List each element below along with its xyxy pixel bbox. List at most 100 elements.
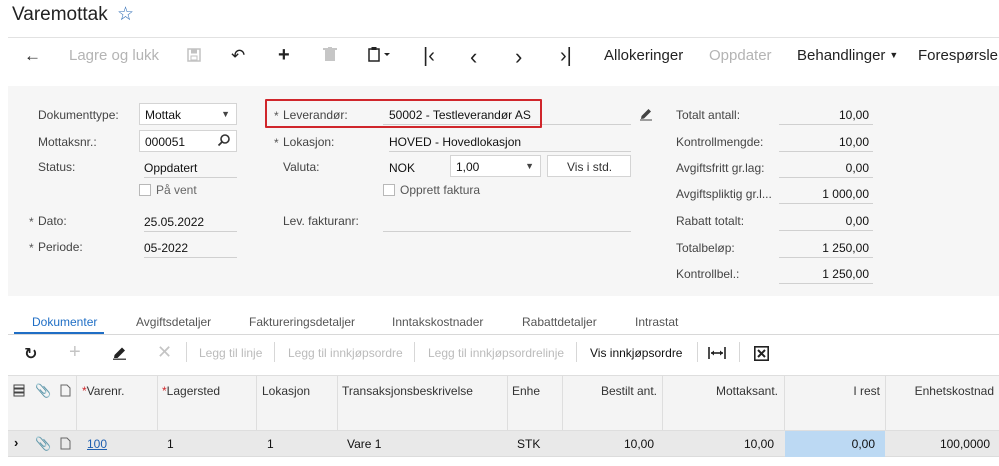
currency-label: Valuta: (283, 160, 320, 174)
view-po-button[interactable]: Vis innkjøpsordre (590, 346, 682, 360)
page-title: Varemottak (12, 4, 108, 25)
view-in-base-label: Vis i std. (567, 160, 613, 174)
tab-documents[interactable]: Dokumenter (32, 315, 97, 329)
tab-intrastat[interactable]: Intrastat (635, 315, 678, 329)
col-remaining[interactable]: I rest (785, 384, 880, 398)
next-record-icon[interactable]: › (515, 44, 522, 70)
status-value: Oppdatert (144, 161, 237, 178)
search-icon[interactable] (217, 133, 231, 152)
cell-location[interactable]: 1 (267, 437, 274, 451)
location-value[interactable]: HOVED - Hovedlokasjon (389, 135, 631, 152)
export-excel-icon[interactable] (754, 346, 769, 366)
cell-ordered-qty[interactable]: 10,00 (563, 437, 654, 451)
edit-pencil-icon[interactable] (639, 107, 653, 126)
col-location[interactable]: Lokasjon (262, 384, 310, 398)
supplier-invoice-label: Lev. fakturanr: (283, 214, 359, 228)
currency-code[interactable]: NOK (389, 161, 415, 175)
checkbox-icon (383, 184, 395, 196)
control-qty-value[interactable]: 10,00 (779, 135, 873, 152)
cell-description[interactable]: Vare 1 (347, 437, 381, 451)
tab-tax-details[interactable]: Avgiftsdetaljer (136, 315, 211, 329)
attachment-icon[interactable]: 📎 (35, 383, 51, 399)
add-po-line-button[interactable]: Legg til innkjøpsordrelinje (428, 346, 564, 360)
doc-type-value: Mottak (145, 108, 182, 122)
actions-menu[interactable]: Behandlinger ▼ (797, 47, 898, 64)
grid-toolbar-divider (274, 342, 275, 362)
add-po-button[interactable]: Legg til innkjøpsordre (288, 346, 403, 360)
receipt-no-input[interactable]: 000051 (139, 130, 237, 152)
allocations-button[interactable]: Allokeringer (604, 47, 683, 64)
add-icon[interactable]: + (278, 44, 290, 67)
toolbar-divider (8, 37, 999, 38)
total-qty-value: 10,00 (779, 108, 873, 125)
period-label: Periode: (29, 240, 83, 255)
column-divider (507, 376, 508, 430)
item-no-link[interactable]: 100 (87, 437, 107, 451)
create-invoice-label: Opprett faktura (400, 183, 481, 197)
attachment-icon[interactable]: 📎 (35, 436, 51, 452)
delete-icon[interactable] (323, 47, 337, 67)
note-icon[interactable] (60, 384, 71, 402)
update-button[interactable]: Oppdater (709, 47, 772, 64)
col-unit[interactable]: Enhe (512, 384, 540, 398)
col-warehouse[interactable]: *Lagersted (162, 384, 220, 398)
control-amount-value[interactable]: 1 250,00 (779, 267, 873, 284)
grid-toolbar-divider (576, 342, 577, 362)
col-warehouse-label: Lagersted (166, 384, 221, 398)
undo-icon[interactable]: ↶ (231, 46, 245, 66)
receipt-no-value: 000051 (145, 135, 186, 149)
cell-unit[interactable]: STK (517, 437, 540, 451)
edit-icon[interactable] (112, 346, 127, 365)
clipboard-icon[interactable] (368, 47, 392, 67)
save-close-button[interactable]: Lagre og lukk (69, 47, 159, 64)
view-in-base-button[interactable]: Vis i std. (547, 155, 631, 177)
previous-record-icon[interactable]: ‹ (470, 44, 477, 70)
delete-row-icon[interactable]: ✕ (157, 342, 172, 363)
tab-landed-costs[interactable]: Inntakskostnader (392, 315, 483, 329)
cell-warehouse[interactable]: 1 (167, 437, 174, 451)
caret-down-icon: ▼ (889, 50, 899, 60)
col-item-no[interactable]: *Varenr. (82, 384, 124, 398)
col-ordered-qty[interactable]: Bestilt ant. (563, 384, 657, 398)
supplier-invoice-input[interactable] (383, 215, 631, 232)
doc-type-label: Dokumenttype: (38, 108, 119, 122)
on-hold-checkbox[interactable]: På vent (139, 183, 197, 197)
cell-received-qty[interactable]: 10,00 (663, 437, 774, 451)
period-input[interactable]: 05-2022 (144, 241, 237, 258)
tab-discount-details[interactable]: Rabattdetaljer (522, 315, 597, 329)
col-description[interactable]: Transaksjonsbeskrivelse (342, 384, 473, 398)
taxable-label: Avgiftspliktig gr.l... (676, 187, 772, 201)
cell-unit-cost[interactable]: 100,0000 (886, 437, 990, 451)
highlight-frame (265, 99, 542, 128)
inquiries-menu[interactable]: Forespørsler (918, 47, 999, 64)
currency-rate-value: 1,00 (456, 160, 480, 174)
create-invoice-checkbox[interactable]: Opprett faktura (383, 183, 480, 197)
doc-type-select[interactable]: Mottak ▼ (139, 103, 237, 125)
col-received-qty[interactable]: Mottaksant. (663, 384, 778, 398)
note-icon[interactable] (60, 437, 71, 455)
location-label: Lokasjon: (274, 135, 334, 150)
currency-rate-select[interactable]: 1,00 ▼ (450, 155, 541, 177)
add-line-button[interactable]: Legg til linje (199, 346, 262, 360)
refresh-icon[interactable]: ↻ (24, 344, 37, 364)
tab-billing-details[interactable]: Faktureringsdetaljer (249, 315, 355, 329)
grid-toolbar-divider (697, 342, 698, 362)
status-label: Status: (38, 160, 76, 174)
taxable-value: 1 000,00 (779, 187, 873, 204)
discount-total-label: Rabatt totalt: (676, 214, 745, 228)
cell-remaining[interactable]: 0,00 (785, 437, 875, 451)
caret-down-icon: ▼ (525, 161, 534, 171)
back-arrow-icon[interactable]: ← (24, 46, 41, 66)
save-icon[interactable] (187, 47, 201, 67)
col-unit-cost[interactable]: Enhetskostnad (886, 384, 994, 398)
fit-columns-icon[interactable] (708, 346, 726, 365)
add-row-icon[interactable]: + (69, 341, 81, 364)
last-record-icon[interactable]: ›| (560, 45, 572, 68)
date-input[interactable]: 25.05.2022 (144, 215, 237, 232)
total-amount-label: Totalbeløp: (676, 241, 735, 255)
first-record-icon[interactable]: |‹ (423, 45, 435, 68)
row-selector-icon[interactable] (13, 384, 25, 402)
favorite-star-icon[interactable]: ☆ (117, 3, 134, 26)
grid-toolbar-divider (739, 342, 740, 362)
column-divider (157, 376, 158, 430)
